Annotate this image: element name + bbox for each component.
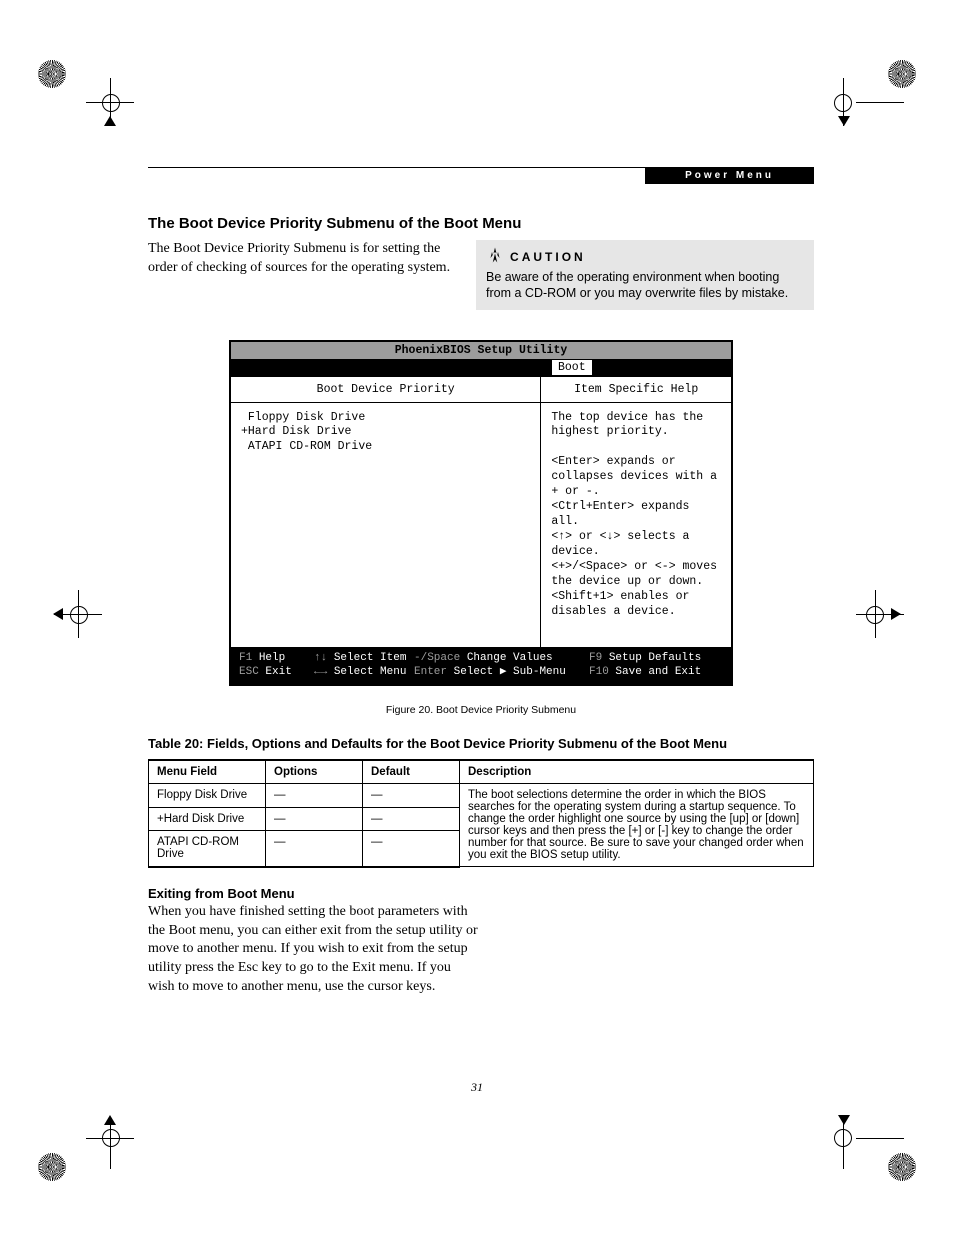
bios-footer: F1 Help ↑↓ Select Item -/Space Change Va… [231,647,731,685]
caution-body: Be aware of the operating environment wh… [486,269,804,302]
bios-key-label: Change Values [467,652,553,664]
intro-row: The Boot Device Priority Submenu is for … [148,240,814,310]
cell-default: — [363,784,460,807]
table-header-row: Menu Field Options Default Description [149,760,814,784]
cell-default: — [363,831,460,867]
bios-tab-boot: Boot [551,359,593,375]
page-number: 31 [0,1080,954,1095]
page: Power Menu The Boot Device Priority Subm… [0,0,954,1235]
table-title: Table 20: Fields, Options and Defaults f… [148,736,814,751]
bios-key: ←→ [314,666,327,678]
crop-mark-icon [38,1121,98,1181]
cell-menu-field: Floppy Disk Drive [149,784,266,807]
content-area: The Boot Device Priority Submenu of the … [148,215,814,997]
caution-label: CAUTION [510,250,586,264]
crop-mark-icon [856,60,916,120]
bios-key-label: Select Item [334,652,407,664]
cell-menu-field: +Hard Disk Drive [149,807,266,830]
fields-table: Menu Field Options Default Description F… [148,759,814,868]
caution-box: CAUTION Be aware of the operating enviro… [476,240,814,310]
cell-options: — [266,784,363,807]
bios-left-title: Boot Device Priority [231,377,540,403]
bios-right-title: Item Specific Help [541,377,731,403]
bios-key-label: Setup Defaults [609,652,701,664]
th-menu-field: Menu Field [149,760,266,784]
bios-key: F10 [589,666,609,678]
bios-key: Enter [414,666,447,678]
crop-mark-icon [38,60,98,120]
cell-options: — [266,831,363,867]
bios-body: Boot Device Priority Floppy Disk Drive +… [231,376,731,647]
bios-screen: PhoenixBIOS Setup Utility Boot Boot Devi… [229,340,733,687]
cell-menu-field: ATAPI CD-ROM Drive [149,831,266,867]
bios-key-label: Help [259,652,285,664]
cell-options: — [266,807,363,830]
bios-titlebar: PhoenixBIOS Setup Utility [231,342,731,359]
bios-key: ESC [239,666,259,678]
table-row: Floppy Disk Drive — — The boot selection… [149,784,814,807]
cell-description: The boot selections determine the order … [460,784,814,867]
bios-right-pane: Item Specific Help The top device has th… [541,377,731,647]
bios-key: ↑↓ [314,652,327,664]
figure-caption: Figure 20. Boot Device Priority Submenu [148,704,814,716]
exit-body: When you have finished setting the boot … [148,903,478,997]
section-title: The Boot Device Priority Submenu of the … [148,215,814,232]
bios-key-label: Exit [265,666,291,678]
bios-key: -/Space [414,652,460,664]
bios-key-label: Select Menu [334,666,407,678]
header-tag: Power Menu [645,167,814,184]
th-default: Default [363,760,460,784]
th-description: Description [460,760,814,784]
crop-mark-icon [38,590,98,650]
exit-section: Exiting from Boot Menu When you have fin… [148,886,478,997]
crop-mark-icon [856,590,916,650]
bios-key-label: Select ▶ Sub-Menu [454,666,566,678]
caution-title: CAUTION [486,246,804,267]
bios-menubar: Boot [231,359,731,376]
bios-left-pane: Boot Device Priority Floppy Disk Drive +… [231,377,541,647]
th-options: Options [266,760,363,784]
intro-paragraph: The Boot Device Priority Submenu is for … [148,240,456,278]
bios-key-label: Save and Exit [615,666,701,678]
bios-key: F1 [239,652,252,664]
bios-help-text: The top device has the highest priority.… [541,403,731,647]
exit-title: Exiting from Boot Menu [148,886,478,901]
cell-default: — [363,807,460,830]
bios-key: F9 [589,652,602,664]
bios-device-list: Floppy Disk Drive +Hard Disk Drive ATAPI… [231,403,540,647]
crop-mark-icon [856,1121,916,1181]
caution-icon [486,246,504,267]
